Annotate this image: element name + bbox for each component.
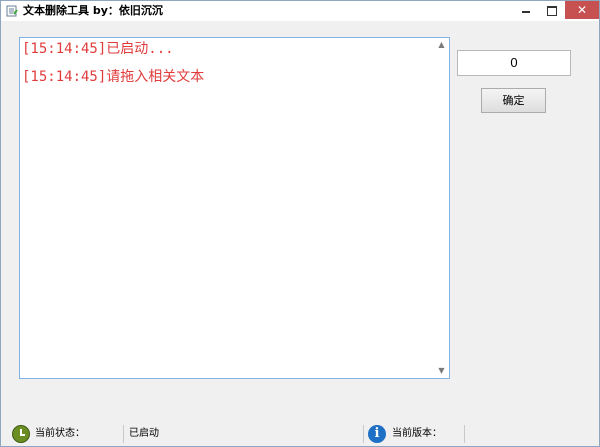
confirm-button[interactable]: 确定 <box>481 88 546 113</box>
status-divider <box>464 425 465 443</box>
log-line: [15:14:45]已启动... <box>22 41 174 57</box>
minimize-button[interactable] <box>513 1 539 19</box>
version-label: 当前版本： <box>392 428 442 439</box>
status-value: 已启动 <box>129 428 159 439</box>
log-line: [15:14:45]请拖入相关文本 <box>22 69 205 85</box>
number-field[interactable]: 0 <box>457 50 571 76</box>
close-icon: ✕ <box>576 3 588 17</box>
minimize-icon <box>522 11 530 13</box>
maximize-icon <box>547 6 557 16</box>
log-lines: [15:14:45]已启动... [15:14:45]请拖入相关文本 <box>22 40 433 96</box>
status-divider <box>123 425 124 443</box>
window-title: 文本删除工具 by：依旧沉沉 <box>23 4 163 17</box>
scroll-up-icon[interactable]: ▲ <box>434 38 449 52</box>
info-icon: i <box>368 425 386 443</box>
app-window: 文本删除工具 by：依旧沉沉 ✕ [15:14:45]已启动... [15:14… <box>0 0 600 447</box>
status-divider <box>363 425 364 443</box>
log-textarea[interactable]: [15:14:45]已启动... [15:14:45]请拖入相关文本 ▲ ▼ <box>19 37 450 379</box>
status-label: 当前状态： <box>35 428 85 439</box>
maximize-button[interactable] <box>539 1 565 19</box>
status-bar: 当前状态： 已启动 i 当前版本： <box>1 422 599 446</box>
scroll-down-icon[interactable]: ▼ <box>434 364 449 378</box>
close-button[interactable]: ✕ <box>565 1 599 19</box>
clock-icon <box>12 425 30 443</box>
notepad-icon <box>6 5 18 17</box>
vertical-scrollbar[interactable]: ▲ ▼ <box>434 38 449 378</box>
title-bar[interactable]: 文本删除工具 by：依旧沉沉 ✕ <box>1 1 599 21</box>
